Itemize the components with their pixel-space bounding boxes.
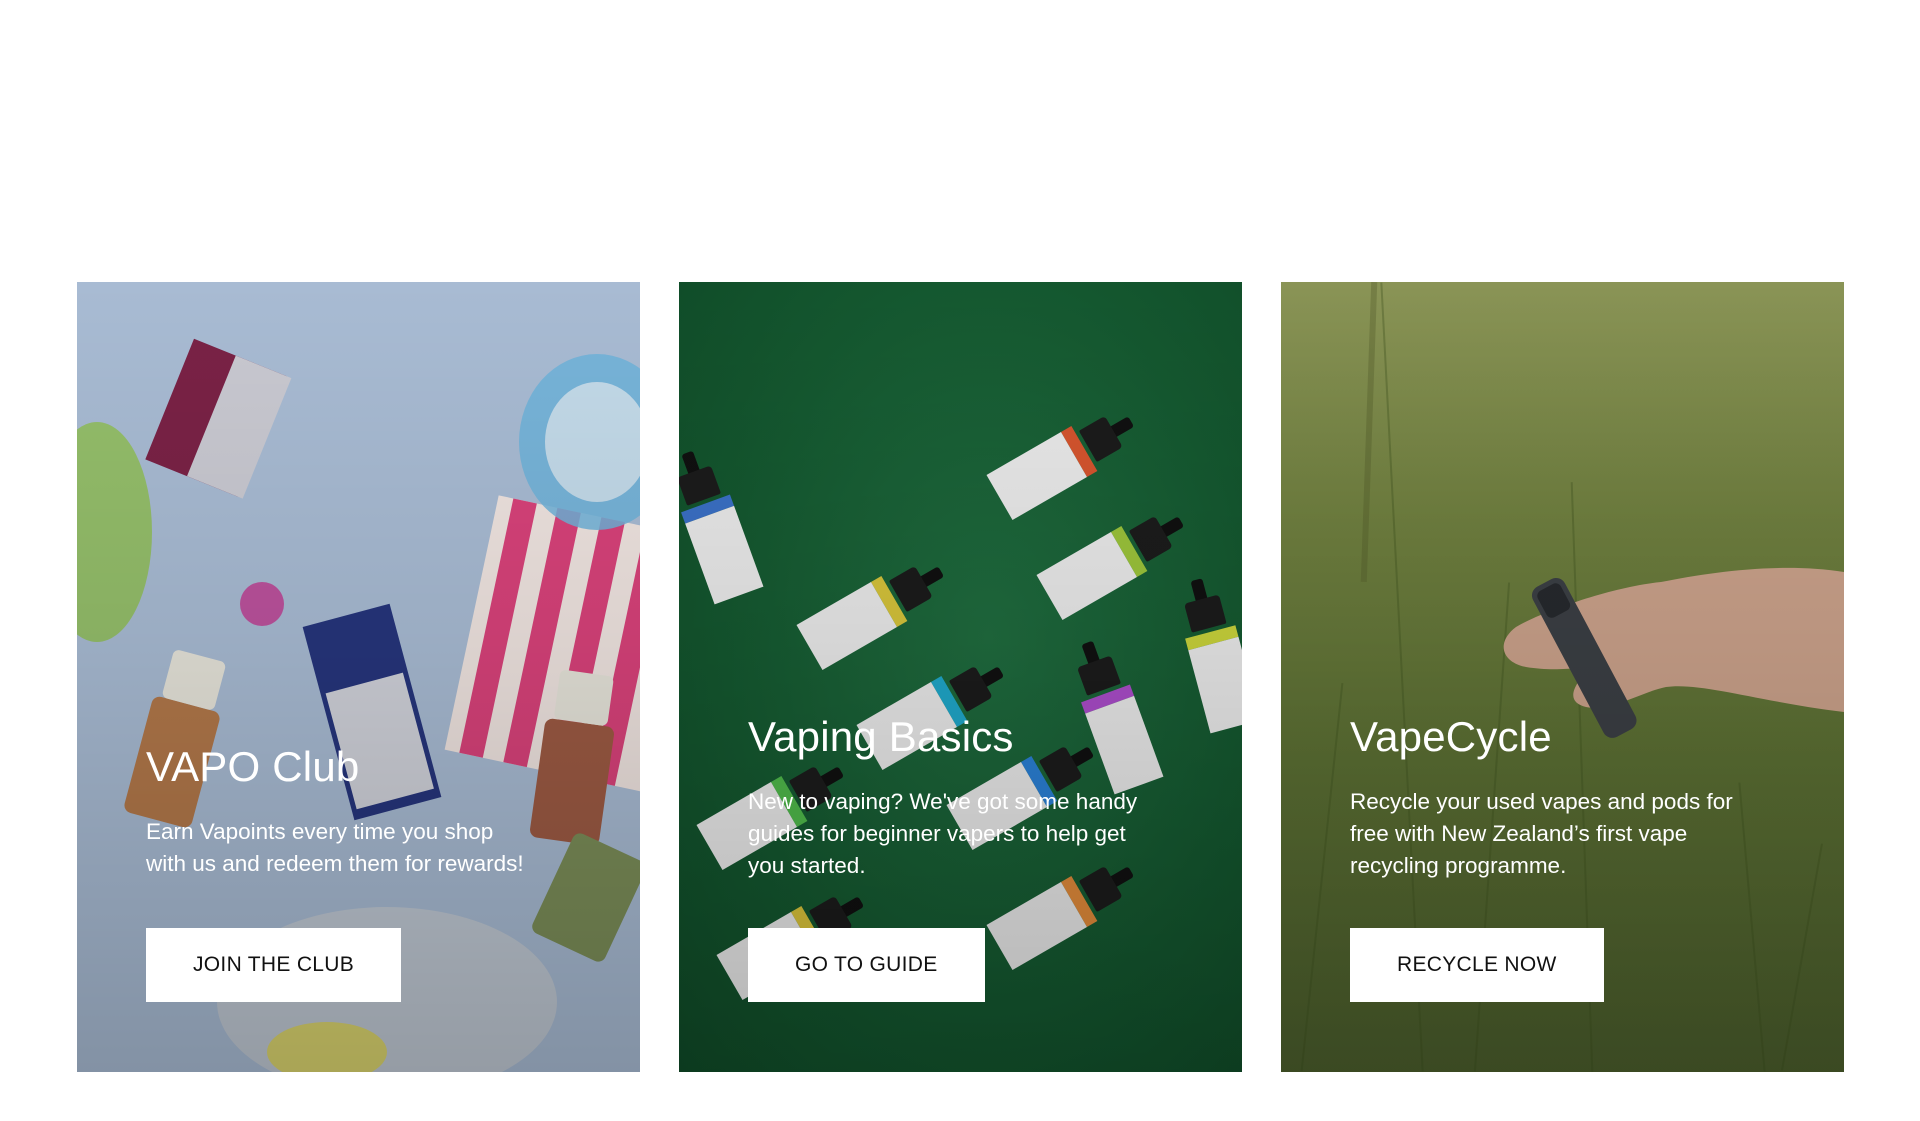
card-vaping-basics[interactable]: Vaping Basics New to vaping? We've got s…	[679, 282, 1242, 1072]
card-vapo-club[interactable]: VAPO Club Earn Vapoints every time you s…	[77, 282, 640, 1072]
card-vapo-club-content: VAPO Club Earn Vapoints every time you s…	[146, 743, 600, 880]
card-vapecycle-content: VapeCycle Recycle your used vapes and po…	[1350, 713, 1804, 882]
join-the-club-button[interactable]: JOIN THE CLUB	[146, 928, 402, 1002]
go-to-guide-button[interactable]: GO TO GUIDE	[748, 928, 985, 1002]
card-title: VAPO Club	[146, 743, 360, 790]
recycle-now-button[interactable]: RECYCLE NOW	[1350, 928, 1604, 1002]
promo-cards-row: VAPO Club Earn Vapoints every time you s…	[77, 282, 1844, 1072]
card-vapecycle[interactable]: VapeCycle Recycle your used vapes and po…	[1281, 282, 1844, 1072]
card-description: Recycle your used vapes and pods for fre…	[1350, 789, 1733, 879]
card-title: VapeCycle	[1350, 713, 1552, 760]
card-vaping-basics-content: Vaping Basics New to vaping? We've got s…	[748, 713, 1202, 882]
card-description: Earn Vapoints every time you shop with u…	[146, 819, 524, 877]
card-title: Vaping Basics	[748, 713, 1014, 760]
card-description: New to vaping? We've got some handy guid…	[748, 789, 1138, 879]
